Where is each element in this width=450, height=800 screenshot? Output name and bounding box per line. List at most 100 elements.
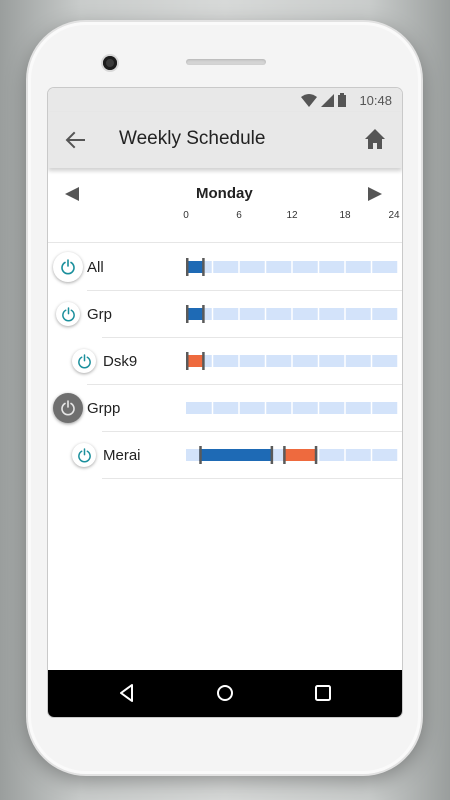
power-icon: [61, 259, 75, 275]
schedule-track[interactable]: [186, 446, 398, 464]
system-nav-bar: [48, 670, 402, 717]
track-cell: [372, 355, 398, 367]
status-time: 10:48: [359, 93, 392, 108]
schedule-track[interactable]: [186, 258, 398, 276]
hour-tick-12: 12: [286, 210, 298, 221]
segment-start-handle[interactable]: [186, 305, 189, 323]
schedule-row-dsk9[interactable]: Dsk9: [48, 338, 402, 385]
triangle-left-icon[interactable]: [64, 186, 80, 202]
segment-start-handle[interactable]: [199, 446, 202, 464]
track-cell: [345, 308, 371, 320]
track-cell: [372, 261, 398, 273]
divider: [48, 242, 402, 243]
track-cell: [239, 355, 265, 367]
segment-end-handle[interactable]: [202, 258, 205, 276]
row-label: Merai: [103, 447, 141, 464]
power-icon: [77, 447, 91, 462]
track-cell: [213, 261, 239, 273]
square-recents-icon[interactable]: [312, 682, 334, 704]
row-label: All: [87, 259, 104, 276]
track-cell: [239, 402, 265, 414]
schedule-track[interactable]: [186, 305, 398, 323]
schedule-row-grpp[interactable]: Grpp: [48, 385, 402, 432]
schedule-track[interactable]: [186, 352, 398, 370]
signal-icon: [321, 93, 334, 107]
status-bar: 10:48: [48, 88, 402, 112]
power-icon: [77, 353, 91, 368]
schedule-segment[interactable]: [199, 449, 273, 461]
schedule-track[interactable]: [186, 402, 398, 414]
schedule-row-all[interactable]: All: [48, 244, 402, 291]
divider: [102, 478, 402, 479]
power-toggle[interactable]: [72, 443, 96, 467]
wifi-icon: [301, 93, 317, 107]
hour-tick-24: 24: [388, 210, 400, 221]
schedule-segment[interactable]: [186, 261, 204, 273]
hour-tick-6: 6: [236, 210, 242, 221]
power-icon: [61, 400, 75, 416]
track-cell: [213, 308, 239, 320]
schedule-segment[interactable]: [186, 308, 204, 320]
app-bar: Weekly Schedule: [48, 112, 402, 168]
track-cell: [292, 308, 318, 320]
track-cell: [319, 355, 345, 367]
battery-icon: [338, 93, 346, 107]
page-title: Weekly Schedule: [119, 128, 266, 149]
segment-end-handle[interactable]: [270, 446, 274, 464]
triangle-back-icon[interactable]: [116, 682, 138, 704]
row-label: Grpp: [87, 400, 121, 417]
triangle-right-icon[interactable]: [367, 186, 383, 202]
phone-frame: 10:48 Weekly Schedule Monday 0 6 12 18 2…: [28, 22, 421, 774]
track-cell: [319, 449, 345, 461]
segment-end-handle[interactable]: [314, 446, 318, 464]
front-camera: [103, 56, 117, 70]
track-cell: [239, 308, 265, 320]
track-cell: [292, 355, 318, 367]
day-navigator: Monday 0 6 12 18 24: [48, 180, 402, 224]
track-cell: [213, 355, 239, 367]
track-cell: [345, 355, 371, 367]
segment-end-handle[interactable]: [202, 352, 205, 370]
track-cell: [372, 402, 398, 414]
power-toggle[interactable]: [72, 349, 96, 373]
hour-tick-18: 18: [339, 210, 351, 221]
track-cell: [266, 355, 292, 367]
track-cell: [345, 402, 371, 414]
power-toggle[interactable]: [53, 393, 83, 423]
segment-start-handle[interactable]: [283, 446, 286, 464]
segment-start-handle[interactable]: [186, 258, 189, 276]
power-toggle[interactable]: [53, 252, 83, 282]
track-cell: [372, 308, 398, 320]
circle-home-icon[interactable]: [214, 682, 236, 704]
day-label: Monday: [196, 185, 253, 202]
track-cell: [292, 402, 318, 414]
row-label: Dsk9: [103, 353, 138, 370]
track-cell: [266, 308, 292, 320]
row-label: Grp: [87, 306, 113, 323]
status-icons: [301, 93, 346, 107]
schedule-segment[interactable]: [186, 355, 204, 367]
track-cell: [266, 402, 292, 414]
track-cell: [319, 402, 345, 414]
schedule-segment[interactable]: [283, 449, 317, 461]
track-cell: [372, 449, 398, 461]
home-icon[interactable]: [364, 128, 386, 150]
schedule-row-grp[interactable]: Grp: [48, 291, 402, 338]
track-cell: [319, 308, 345, 320]
track-cell: [345, 449, 371, 461]
hour-tick-0: 0: [183, 210, 189, 221]
track-cell: [266, 261, 292, 273]
track-cell: [239, 261, 265, 273]
arrow-left-icon[interactable]: [64, 129, 86, 151]
segment-start-handle[interactable]: [186, 352, 189, 370]
segment-end-handle[interactable]: [202, 305, 205, 323]
power-toggle[interactable]: [56, 302, 80, 326]
power-icon: [61, 306, 75, 321]
track-cell: [186, 402, 212, 414]
schedule-row-merai[interactable]: Merai: [48, 432, 402, 479]
screen: 10:48 Weekly Schedule Monday 0 6 12 18 2…: [48, 88, 402, 717]
track-cell: [213, 402, 239, 414]
track-cell: [345, 261, 371, 273]
track-cell: [319, 261, 345, 273]
track-cell: [292, 261, 318, 273]
